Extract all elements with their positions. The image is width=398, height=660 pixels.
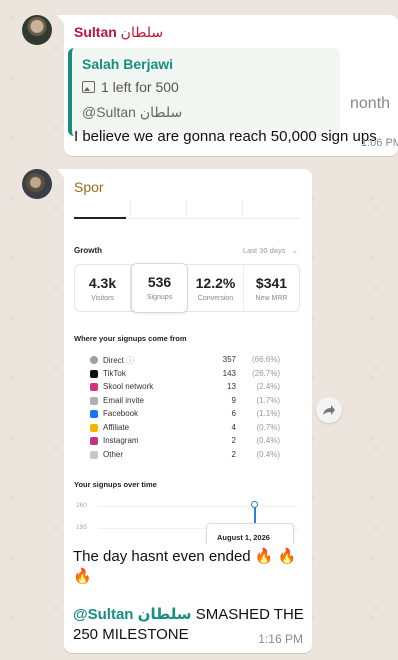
y-tick-label: 195 [76,524,87,531]
source-percent: (0.4%) [256,436,280,445]
quoted-line: 1 left for 500 [82,79,179,95]
sender-name[interactable]: Spor [74,179,104,195]
affiliate-icon [90,423,98,432]
list-item: Email invite 9 (1.7%) [90,395,290,409]
chart-spike-point [251,501,258,508]
source-percent: (66.6%) [251,355,280,364]
range-selector-label: Last 30 days [242,246,286,255]
growth-heading: Growth [74,246,102,255]
list-item: Skool network 13 (2.4%) [90,381,290,395]
mention-link[interactable]: @Sultan سلطان [73,606,192,623]
message-timestamp: 1:16 PM [258,632,303,646]
message-text: I believe we are gonna reach 50,000 sign… [74,128,377,145]
tab-divider [130,201,131,215]
chevron-down-icon: ⌄ [287,246,298,255]
email-icon [90,396,98,405]
source-percent: (0.7%) [256,422,280,432]
source-count: 4 [231,422,236,432]
stat-value: $341 [255,275,288,291]
sources-list: Direct ⓘ 357 (66.6%) TikTok 143 (26.7%) … [90,354,290,462]
quoted-overflow-text: nonth [350,95,391,112]
quoted-reply[interactable]: Salah Berjawi 1 left for 500 @Sultan سلط… [68,48,340,136]
list-item: Facebook 6 (1.1%) [90,408,290,422]
globe-icon [90,356,98,364]
stat-label: Signups [146,294,173,301]
list-item: Direct ⓘ 357 (66.6%) [90,354,290,368]
source-percent: (1.7%) [256,395,280,405]
forward-button[interactable] [316,397,342,423]
source-name-text: Direct [103,356,124,365]
source-count: 143 [222,368,236,378]
tab-divider [242,201,243,215]
stat-label: Conversion [197,295,234,302]
active-tab-indicator [74,217,126,219]
source-name: Affiliate [103,422,130,432]
source-name: Facebook [103,409,139,418]
message-text: The day hasnt even ended 🔥 🔥 🔥 [73,547,305,587]
source-percent: (1.1%) [256,409,280,418]
source-name: Instagram [103,436,139,445]
sender-name[interactable]: Sultan سلطان [74,24,163,41]
gridline [98,506,298,507]
source-name: Email invite [103,395,144,405]
tooltip-date: August 1, 2026 [217,533,270,542]
quoted-mention: @Sultan سلطان [82,104,183,120]
message-bubble[interactable]: Sultan سلطان Salah Berjawi 1 left for 50… [64,15,398,156]
facebook-icon [90,410,98,418]
attached-screenshot[interactable]: Growth Last 30 days ⌄ 4.3k Visitors 536 … [68,201,308,544]
chart-tooltip: August 1, 2026 [206,523,294,544]
message-timestamp: 1:06 PM [361,137,398,149]
sender-name-arabic: سلطان [120,24,164,40]
instagram-icon [90,437,98,445]
source-name: Direct ⓘ [103,355,134,366]
forward-icon [323,405,335,415]
stat-visitors: 4.3k Visitors [75,265,131,311]
list-item: Affiliate 4 (0.7%) [90,422,290,436]
range-selector: Last 30 days ⌄ [243,246,298,255]
source-count: 9 [231,395,236,405]
timeline-heading: Your signups over time [74,480,157,489]
message-text-content: The day hasnt even ended [73,548,251,565]
source-count: 6 [231,409,236,418]
avatar[interactable] [22,169,52,199]
source-percent: (0.4%) [256,449,280,459]
list-item: Other 2 (0.4%) [90,449,290,463]
list-item: Instagram 2 (0.4%) [90,435,290,449]
y-tick-label: 260 [76,502,87,509]
message-bubble[interactable]: Spor Growth Last 30 days ⌄ 4.3k Visitors… [64,169,312,653]
stat-value: 536 [147,274,172,290]
source-name: Other [103,449,124,459]
help-icon: ⓘ [126,356,135,365]
source-count: 2 [231,436,236,445]
stat-signups: 536 Signups [131,263,188,313]
skool-icon [90,383,98,391]
stat-value: 4.3k [88,275,117,291]
quoted-text: 1 left for 500 [101,79,179,95]
tab-divider [186,201,187,215]
avatar[interactable] [22,15,52,45]
stat-value: 12.2% [195,275,236,291]
stat-label: New MRR [255,295,288,302]
source-name: TikTok [103,368,126,378]
source-percent: (26.7%) [251,368,280,378]
list-item: TikTok 143 (26.7%) [90,368,290,382]
stat-conversion: 12.2% Conversion [188,265,244,311]
more-icon [90,450,98,459]
stats-row: 4.3k Visitors 536 Signups 12.2% Conversi… [74,263,300,313]
image-icon [82,81,95,93]
stat-label: Visitors [91,295,114,302]
tiktok-icon [90,369,98,378]
source-count: 13 [227,382,236,391]
source-percent: (2.4%) [256,382,280,391]
stat-new-mrr: $341 New MRR [244,265,299,311]
sender-name-latin: Sultan [74,24,117,40]
source-count: 357 [222,355,236,364]
quoted-author: Salah Berjawi [82,56,174,72]
source-name: Skool network [103,382,154,391]
sources-heading: Where your signups come from [74,334,187,343]
source-count: 2 [231,449,236,459]
